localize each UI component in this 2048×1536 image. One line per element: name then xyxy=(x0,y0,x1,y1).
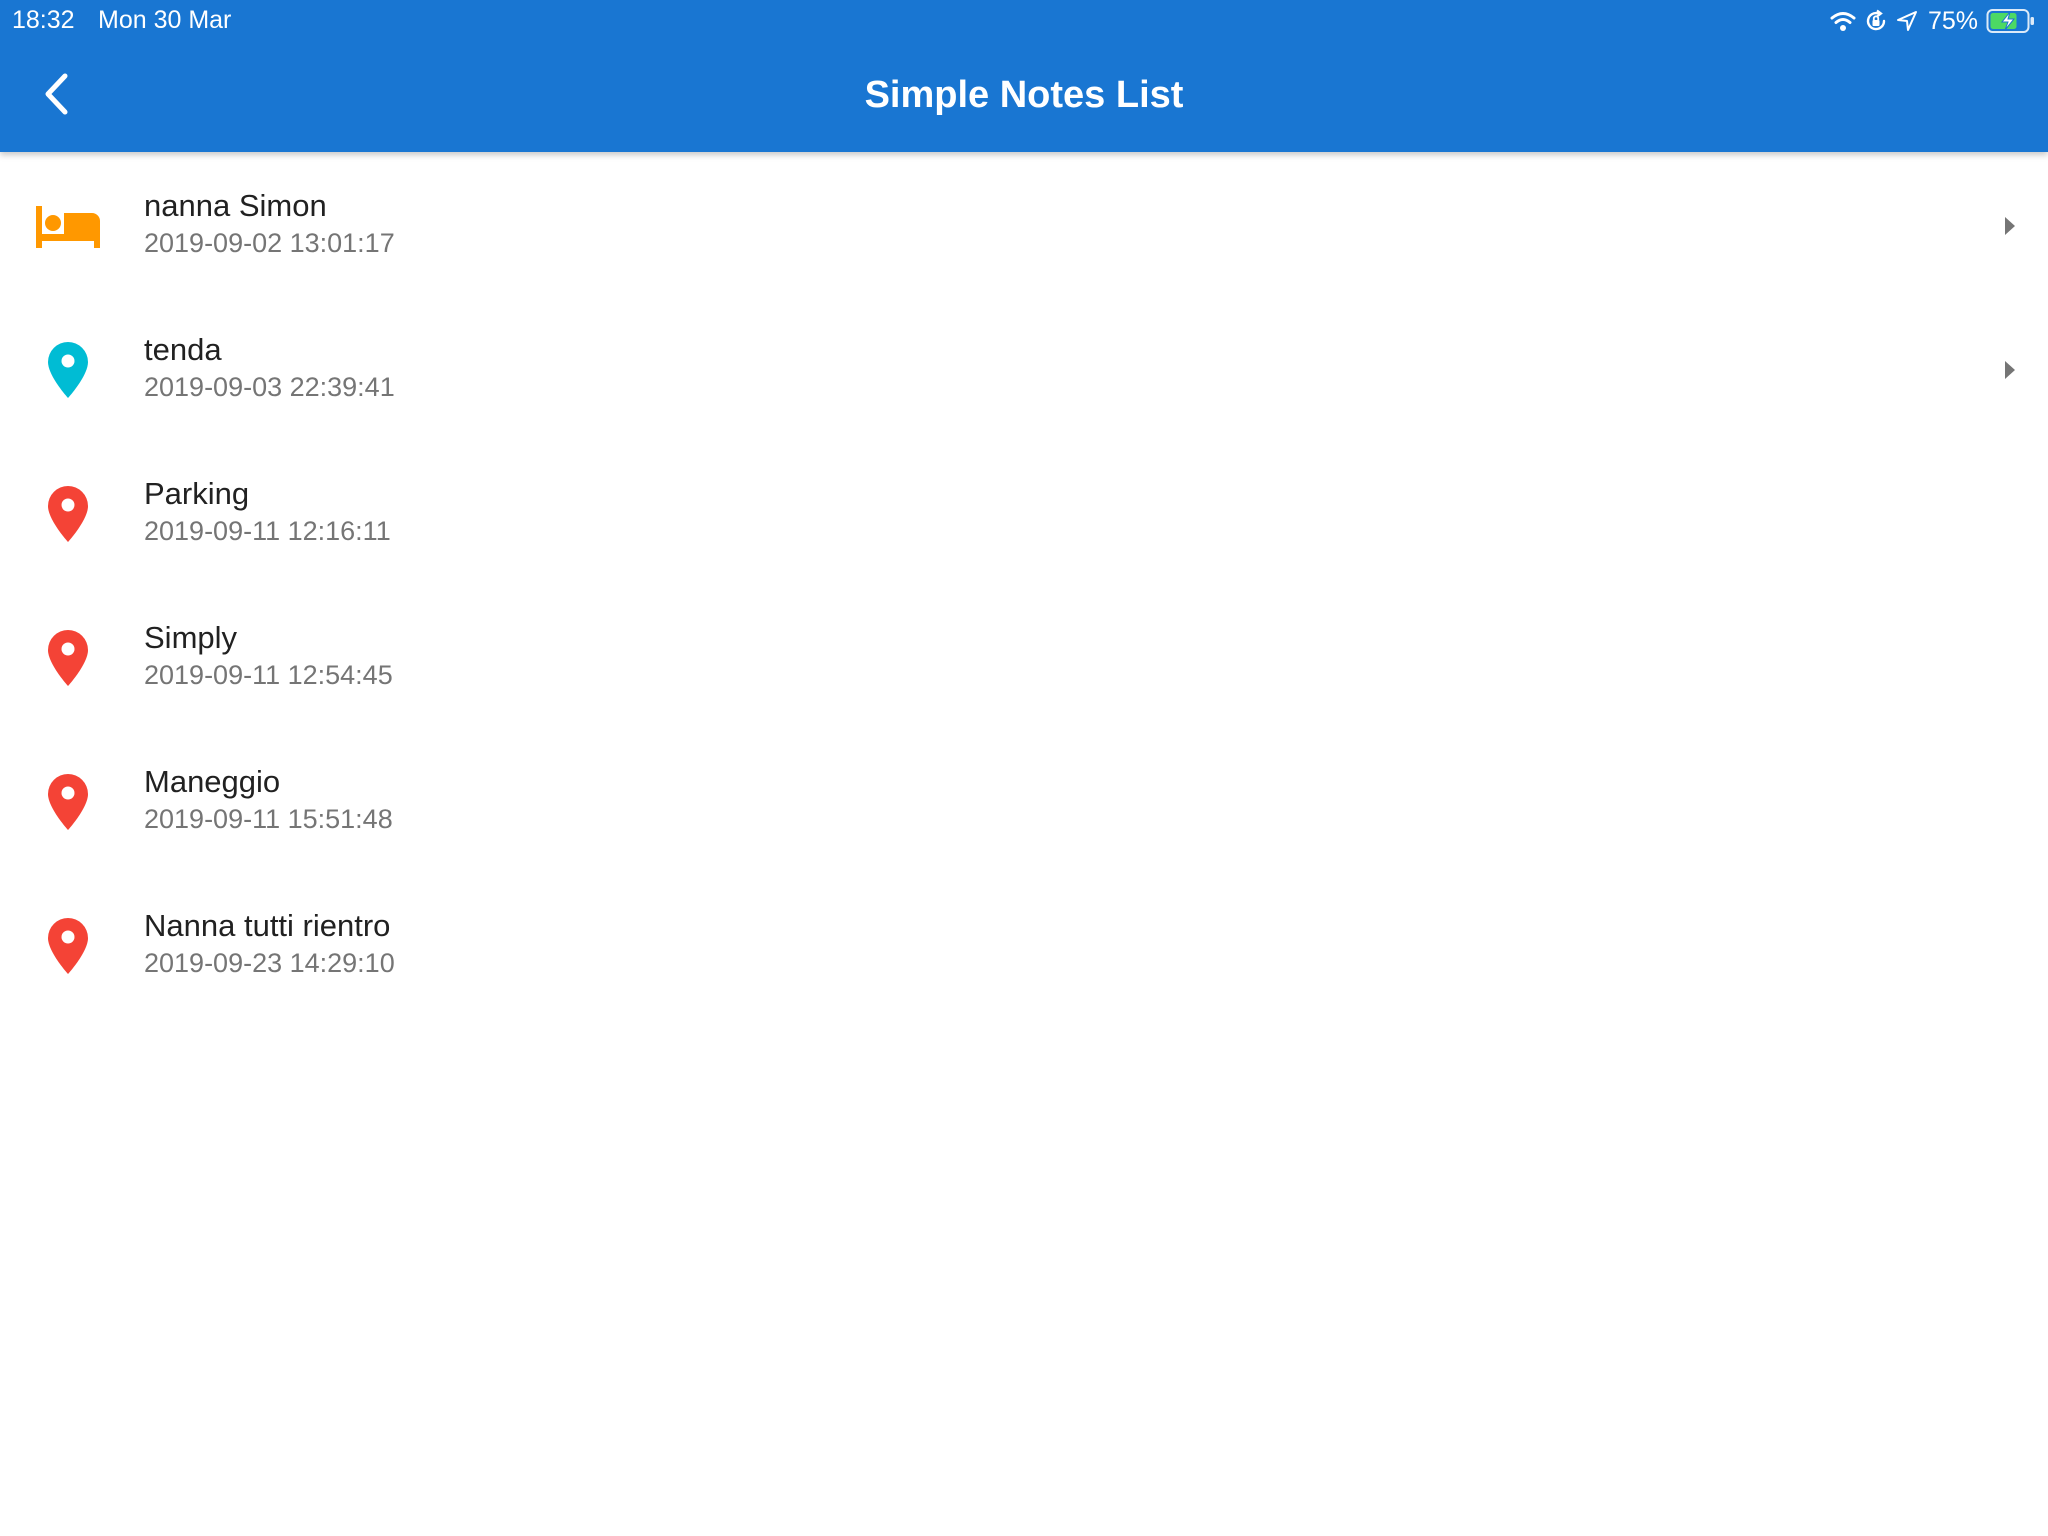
chevron-right-icon[interactable] xyxy=(1998,212,2022,240)
bed-icon xyxy=(30,194,106,258)
note-title: nanna Simon xyxy=(144,188,327,223)
note-list-item[interactable]: Nanna tutti rientro 2019-09-23 14:29:10 xyxy=(0,872,2048,1016)
app-bar: 18:32 Mon 30 Mar 75% Simple Notes List xyxy=(0,0,2048,152)
note-timestamp: 2019-09-11 12:16:11 xyxy=(144,516,391,546)
note-list-item[interactable]: nanna Simon 2019-09-02 13:01:17 xyxy=(0,152,2048,296)
location-pin-icon xyxy=(30,770,106,834)
note-title: Simply xyxy=(144,620,238,655)
note-timestamp: 2019-09-23 14:29:10 xyxy=(144,948,395,978)
status-time: 18:32 xyxy=(12,6,75,34)
notes-list: nanna Simon 2019-09-02 13:01:17 tenda 20… xyxy=(0,152,2048,1016)
location-arrow-icon xyxy=(1896,10,1918,32)
note-timestamp: 2019-09-11 12:54:45 xyxy=(144,660,393,690)
note-timestamp: 2019-09-02 13:01:17 xyxy=(144,228,395,258)
note-title: Nanna tutti rientro xyxy=(144,908,391,943)
location-pin-icon xyxy=(30,914,106,978)
orientation-lock-icon xyxy=(1864,9,1888,33)
note-list-item[interactable]: tenda 2019-09-03 22:39:41 xyxy=(0,296,2048,440)
battery-charging-icon xyxy=(1986,8,2036,34)
note-timestamp: 2019-09-03 22:39:41 xyxy=(144,372,395,402)
note-timestamp: 2019-09-11 15:51:48 xyxy=(144,804,393,834)
note-list-item[interactable]: Simply 2019-09-11 12:54:45 xyxy=(0,584,2048,728)
note-title: Maneggio xyxy=(144,764,281,799)
wifi-icon xyxy=(1830,10,1856,32)
note-list-item[interactable]: Maneggio 2019-09-11 15:51:48 xyxy=(0,728,2048,872)
note-list-item[interactable]: Parking 2019-09-11 12:16:11 xyxy=(0,440,2048,584)
status-date: Mon 30 Mar xyxy=(98,6,232,34)
note-title: tenda xyxy=(144,332,222,367)
status-icons: 75% xyxy=(1830,4,2036,38)
page-title: Simple Notes List xyxy=(864,74,1184,116)
location-pin-icon xyxy=(30,338,106,402)
location-pin-icon xyxy=(30,626,106,690)
chevron-right-icon[interactable] xyxy=(1998,356,2022,384)
location-pin-icon xyxy=(30,482,106,546)
battery-percent: 75% xyxy=(1927,6,1978,35)
note-title: Parking xyxy=(144,476,250,511)
